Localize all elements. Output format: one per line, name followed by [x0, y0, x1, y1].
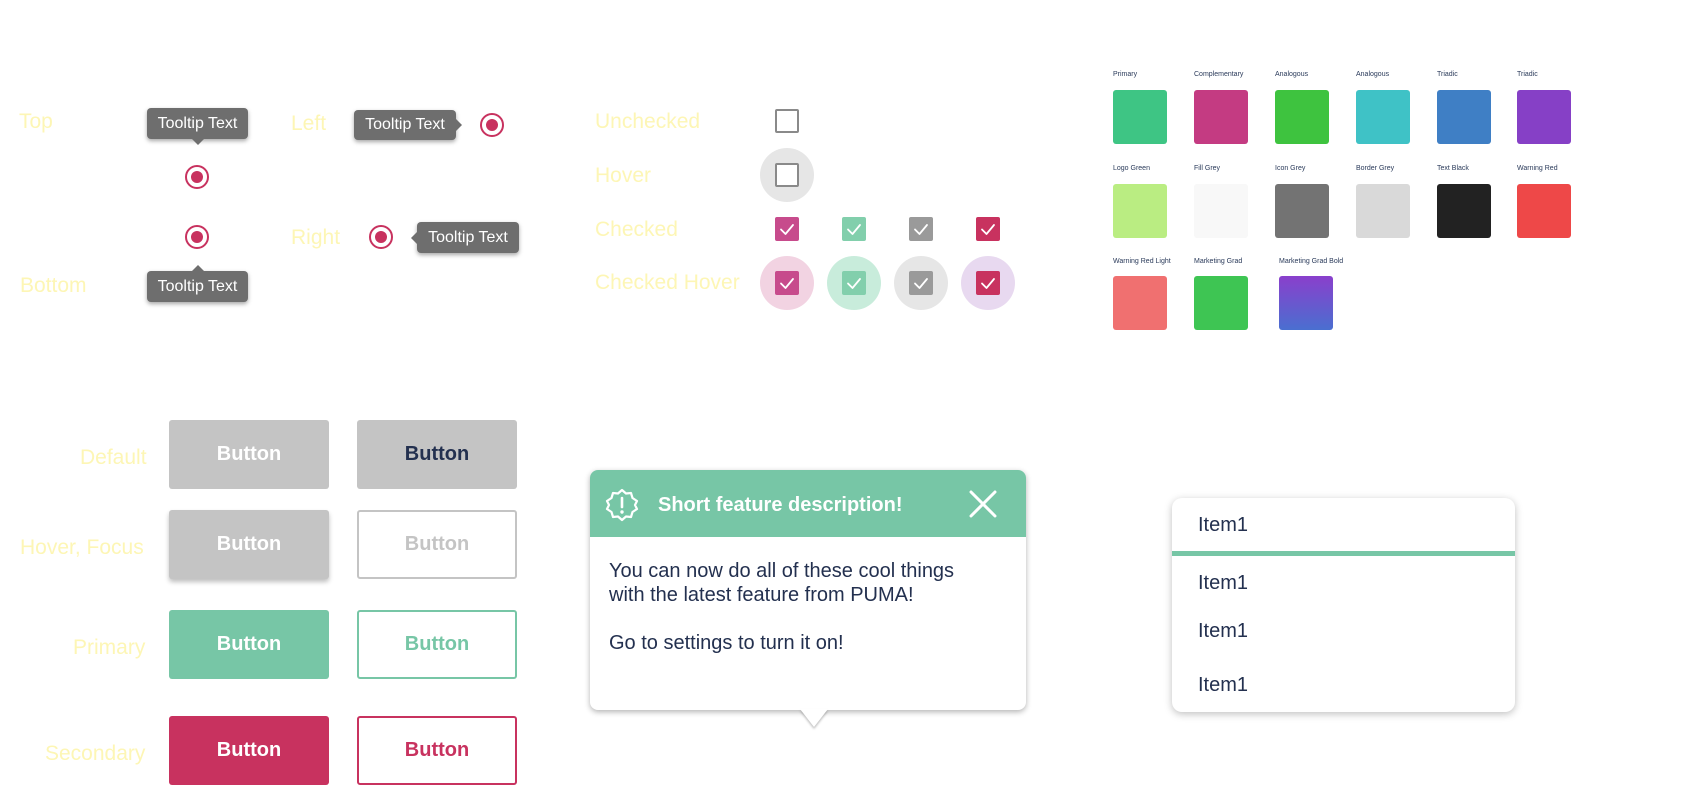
checkbox-checked-hover[interactable]: [827, 256, 881, 310]
swatch-label: Fill Grey: [1194, 165, 1221, 172]
color-swatch: [1194, 90, 1248, 144]
button-secondary-label: Secondary: [45, 742, 146, 765]
feature-popup-body-line3: Go to settings to turn it on!: [609, 632, 844, 654]
color-swatch: [1113, 90, 1167, 144]
tooltip-left-label: Left: [291, 112, 327, 135]
checkbox-checked[interactable]: [827, 202, 881, 256]
dropdown-menu: Item1 Item1 Item1 Item1: [1172, 498, 1515, 712]
color-swatch: [1113, 276, 1167, 330]
checkbox-checked[interactable]: [894, 202, 948, 256]
swatch-label: Border Grey: [1356, 165, 1395, 172]
swatch-label: Complementary: [1194, 71, 1244, 78]
color-swatch: [1517, 184, 1571, 238]
button-secondary-outline[interactable]: Button: [357, 716, 517, 785]
checkbox-hover[interactable]: [760, 148, 814, 202]
tooltip-right: Tooltip Text: [411, 222, 519, 253]
dropdown-item[interactable]: Item1: [1198, 674, 1248, 697]
color-swatch: [1517, 90, 1571, 144]
checkbox-checked[interactable]: [961, 202, 1015, 256]
swatch-label: Text Black: [1437, 165, 1469, 172]
checkmark-icon: [842, 271, 866, 295]
swatch-label: Analogous: [1356, 71, 1390, 78]
radio-button-top[interactable]: [185, 165, 209, 189]
radio-button-right[interactable]: [369, 225, 393, 249]
checkmark-icon: [775, 217, 799, 241]
button-default-label: Default: [80, 446, 147, 469]
button-primary[interactable]: Button: [169, 610, 329, 679]
dropdown-item[interactable]: Item1: [1198, 572, 1248, 595]
checkbox-unchecked[interactable]: [760, 94, 814, 148]
checkbox-hover-label: Hover: [595, 164, 652, 187]
dropdown-item[interactable]: Item1: [1198, 620, 1248, 643]
checkbox-checked-hover[interactable]: [894, 256, 948, 310]
checkmark-icon: [909, 271, 933, 295]
radio-button-bottom[interactable]: [185, 225, 209, 249]
color-swatch: [1437, 184, 1491, 238]
feature-popup-body-line2: with the latest feature from PUMA!: [609, 584, 914, 606]
checkbox-checked[interactable]: [760, 202, 814, 256]
button-default-dark-text[interactable]: Button: [357, 420, 517, 489]
tooltip-left: Tooltip Text: [354, 110, 462, 140]
swatch-label: Triadic: [1517, 71, 1538, 78]
close-icon[interactable]: [968, 489, 998, 519]
button-hover[interactable]: Button: [169, 510, 329, 579]
tooltip-bottom: Tooltip Text: [147, 265, 248, 302]
color-swatch: [1194, 184, 1248, 238]
color-swatch: [1275, 184, 1329, 238]
swatch-label: Triadic: [1437, 71, 1458, 78]
color-swatch: [1113, 184, 1167, 238]
tooltip-top-label: Top: [19, 110, 53, 133]
checkmark-icon: [909, 217, 933, 241]
color-swatch: [1356, 90, 1410, 144]
button-primary-label: Primary: [73, 636, 146, 659]
tooltip-bottom-label: Bottom: [20, 274, 87, 297]
feature-popup-body-line1: You can now do all of these cool things: [609, 560, 955, 582]
checkmark-icon: [976, 217, 1000, 241]
button-hover-focus-label: Hover, Focus: [20, 536, 144, 559]
checkbox-unchecked-label: Unchecked: [595, 110, 701, 133]
alert-badge-icon: [605, 488, 639, 522]
swatch-label: Icon Grey: [1275, 165, 1306, 172]
feature-popup: Short feature description! You can now d…: [590, 470, 1026, 710]
checkbox-checked-hover[interactable]: [760, 256, 814, 310]
checkmark-icon: [842, 217, 866, 241]
swatch-label: Marketing Grad: [1194, 258, 1243, 265]
feature-popup-pointer: [800, 709, 828, 727]
tooltip-top: Tooltip Text: [147, 108, 248, 145]
checkbox-checked-label: Checked: [595, 218, 678, 241]
swatch-label: Warning Red Light: [1113, 258, 1171, 265]
color-swatch: [1194, 276, 1248, 330]
swatch-label: Warning Red: [1517, 165, 1558, 172]
button-secondary[interactable]: Button: [169, 716, 329, 785]
dropdown-item-selected[interactable]: Item1: [1198, 514, 1248, 537]
color-swatch: [1437, 90, 1491, 144]
feature-popup-header: Short feature description!: [590, 470, 1026, 537]
checkbox-checked-hover-label: Checked Hover: [595, 271, 740, 294]
button-primary-outline[interactable]: Button: [357, 610, 517, 679]
color-swatch: [1356, 184, 1410, 238]
swatch-label: Logo Green: [1113, 165, 1150, 172]
swatch-label: Marketing Grad Bold: [1279, 258, 1344, 265]
color-swatch: [1275, 90, 1329, 144]
checkbox-checked-hover[interactable]: [961, 256, 1015, 310]
checkmark-icon: [775, 271, 799, 295]
button-focus-outline[interactable]: Button: [357, 510, 517, 579]
swatch-label: Analogous: [1275, 71, 1309, 78]
color-swatch: [1279, 276, 1333, 330]
dropdown-selected-indicator: [1172, 551, 1515, 556]
checkmark-icon: [976, 271, 1000, 295]
tooltip-right-label: Right: [291, 226, 341, 249]
button-default[interactable]: Button: [169, 420, 329, 489]
radio-button-left[interactable]: [480, 113, 504, 137]
feature-popup-title: Short feature description!: [658, 494, 903, 516]
swatch-label: Primary: [1113, 71, 1138, 78]
